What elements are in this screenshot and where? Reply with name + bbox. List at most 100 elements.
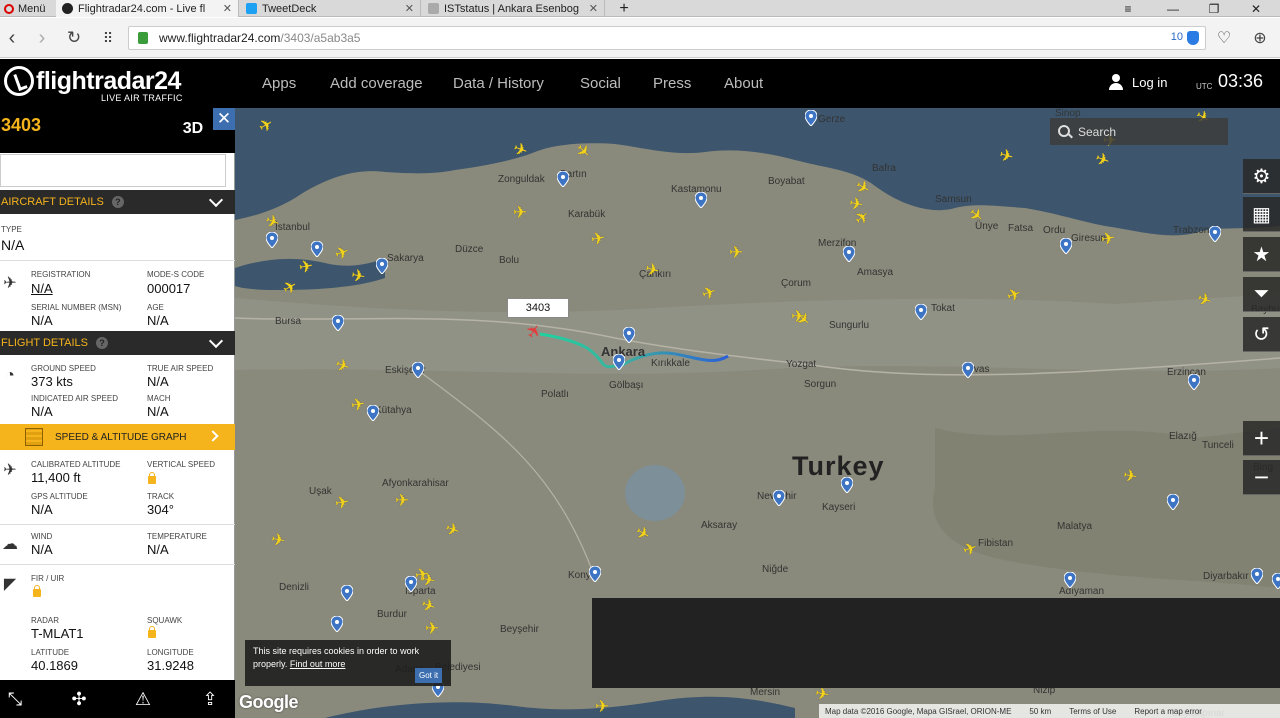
nav-press[interactable]: Press [653,75,691,92]
widgets-grid-icon[interactable]: ▦ [1243,197,1280,232]
city-label: Ordu [1043,225,1066,236]
tab-tweetdeck[interactable]: TweetDeck ✕ [240,0,421,17]
playback-history-icon[interactable]: ↺ [1243,317,1280,352]
terms-link[interactable]: Terms of Use [1069,707,1116,716]
url-input[interactable]: www.flightradar24.com/3403/a5ab3a5 10 [128,26,1206,50]
close-tab-icon[interactable]: ✕ [405,2,414,15]
aircraft-icon[interactable]: ✈ [791,308,809,326]
aircraft-icon[interactable]: ✈ [297,256,319,277]
airport-pin-icon[interactable] [1167,494,1179,510]
airport-pin-icon[interactable] [332,315,344,331]
tab-flightradar24[interactable]: Flightradar24.com - Live fl ✕ [56,0,239,17]
new-tab-button[interactable]: + [606,0,642,17]
airport-pin-icon[interactable] [1272,573,1280,589]
favorites-star-icon[interactable]: ★ [1243,237,1280,272]
airport-pin-icon[interactable] [331,616,343,632]
opera-menu-button[interactable]: Menü [0,0,55,17]
airport-pin-icon[interactable] [1060,238,1072,254]
tab-iststatus[interactable]: ISTstatus | Ankara Esenbog ✕ [422,0,605,17]
back-icon[interactable]: ‹ [0,26,24,50]
city-label: Kayseri [822,502,856,513]
airport-pin-icon[interactable] [376,258,388,274]
minimize-icon[interactable]: — [1155,0,1191,17]
aircraft-icon[interactable]: ✈ [425,620,443,638]
filter-icon[interactable]: ⏷ [1243,277,1280,312]
aircraft-icon[interactable]: ✈ [420,570,441,592]
airport-pin-icon[interactable] [367,405,379,421]
mediterranean-sea [325,696,795,718]
download-icon[interactable]: ⊕ [1248,26,1272,50]
airport-pin-icon[interactable] [557,171,569,187]
airport-pin-icon[interactable] [962,362,974,378]
speed-dial-icon[interactable]: ⠿ [96,26,120,50]
bookmark-heart-icon[interactable]: ♡ [1212,26,1236,50]
nav-data-history[interactable]: Data / History [453,75,544,92]
airport-pin-icon[interactable] [613,354,625,370]
aircraft-icon[interactable]: ✈ [589,228,611,249]
close-tab-icon[interactable]: ✕ [589,2,598,15]
nav-social[interactable]: Social [580,75,621,92]
zoom-out-button[interactable]: − [1243,460,1280,495]
login-button[interactable]: Log in [1108,74,1167,90]
airport-pin-icon[interactable] [915,304,927,320]
aircraft-icon[interactable]: ✈ [395,492,413,510]
view-3d-button[interactable]: 3D [178,116,208,142]
airport-pin-icon[interactable] [266,232,278,248]
forward-icon[interactable]: › [30,26,54,50]
airport-pin-icon[interactable] [405,576,417,592]
adblock-shield-icon[interactable] [1187,31,1199,45]
airport-pin-icon[interactable] [841,477,853,493]
aircraft-icon[interactable]: ✈ [513,204,531,222]
tab-menu-icon[interactable]: ≡ [1110,0,1146,17]
fullscreen-icon[interactable]: ✣ [64,686,94,712]
airport-pin-icon[interactable] [341,585,353,601]
nav-apps[interactable]: Apps [262,75,296,92]
cookie-got-it-button[interactable]: Got it [415,668,443,683]
aircraft-icon[interactable]: ✈ [1122,466,1143,488]
airport-pin-icon[interactable] [773,490,785,506]
cookie-find-out-more-link[interactable]: Find out more [290,659,346,669]
aircraft-icon[interactable]: ✈ [595,698,613,716]
reload-icon[interactable]: ↻ [62,26,86,50]
report-error-link[interactable]: Report a map error [1134,707,1202,716]
squawk-label: Squawk [147,616,183,625]
nav-add-coverage[interactable]: Add coverage [330,75,423,92]
nav-about[interactable]: About [724,75,763,92]
flight-map[interactable]: 3403 ✈ Turkey Zonguldak Bartın Karabük Kast… [235,108,1280,718]
zoom-in-button[interactable]: + [1243,421,1280,456]
settings-gear-icon[interactable]: ⚙ [1243,159,1280,194]
aircraft-icon[interactable]: ✈ [350,266,371,288]
airport-pin-icon[interactable] [1209,226,1221,242]
speed-altitude-graph-button[interactable]: Speed & altitude graph [0,424,235,450]
aircraft-icon[interactable]: ✈ [270,530,291,552]
close-panel-button[interactable]: ✕ [213,108,235,130]
search-input[interactable]: Search [1050,118,1228,145]
airport-pin-icon[interactable] [623,327,635,343]
airport-pin-icon[interactable] [695,192,707,208]
close-window-icon[interactable]: ✕ [1238,0,1274,17]
aircraft-icon[interactable]: ✈ [333,492,355,513]
airport-pin-icon[interactable] [1188,374,1200,390]
aircraft-icon[interactable]: ✈ [729,244,747,262]
fr24-logo[interactable]: flightradar24 LIVE AIR TRAFFIC [4,63,184,103]
airport-pin-icon[interactable] [805,110,817,126]
close-tab-icon[interactable]: ✕ [223,2,232,15]
airport-pin-icon[interactable] [1251,568,1263,584]
flight-details-header[interactable]: Flight details ? [0,331,235,355]
help-icon[interactable]: ? [96,337,109,349]
airport-pin-icon[interactable] [589,566,601,582]
help-icon[interactable]: ? [111,196,124,208]
route-icon[interactable]: ⤡ [0,686,30,712]
flight-tag[interactable]: 3403 [507,298,569,318]
airport-pin-icon[interactable] [412,362,424,378]
registration-value[interactable]: N/A [31,281,53,296]
user-icon [1108,74,1124,90]
airport-pin-icon[interactable] [843,246,855,262]
aircraft-icon[interactable]: ✈ [1099,228,1121,249]
maximize-icon[interactable]: ❐ [1196,0,1232,17]
airport-pin-icon[interactable] [311,241,323,257]
alert-icon[interactable]: ⚠ [128,686,158,712]
aircraft-details-header[interactable]: Aircraft details ? [0,190,235,214]
share-icon[interactable]: ⇪ [195,686,225,712]
airport-pin-icon[interactable] [1064,572,1076,588]
